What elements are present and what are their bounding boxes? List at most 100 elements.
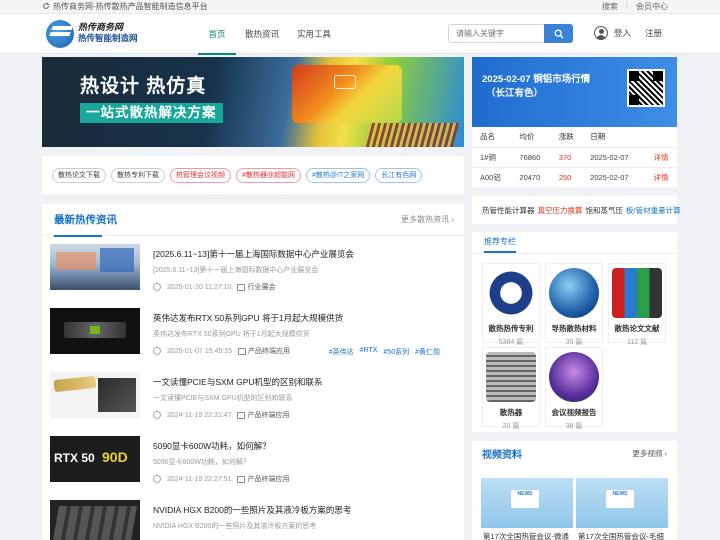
member-center-link[interactable]: 会员中心 xyxy=(636,1,668,12)
book-icon xyxy=(612,268,662,318)
login-link[interactable]: 登入 xyxy=(614,27,631,39)
recommend-title: 推荐专栏 xyxy=(484,236,516,253)
news-thumbnail xyxy=(50,308,140,354)
logo-mark xyxy=(46,19,74,48)
search-box xyxy=(448,24,573,43)
banner-headline: 热设计 热仿真 xyxy=(80,76,207,97)
vapor-pressure-link[interactable]: 饱和蒸气压 xyxy=(586,205,624,216)
news-summary: 5090显卡600W功耗，如何解？ xyxy=(153,459,250,466)
heat-pipe-calculator-link[interactable]: 热管性能计算器 xyxy=(482,205,535,216)
column-card[interactable]: 散热热传专利 5384 篇 xyxy=(482,263,540,346)
hashtag[interactable]: #50系列 xyxy=(383,347,409,357)
clock-icon xyxy=(153,283,161,291)
table-row: A00铝 20470 250 2025-02-07 详情 xyxy=(472,167,677,187)
col-header xyxy=(645,127,677,148)
news-category[interactable]: 行业展会 xyxy=(247,284,275,291)
table-row: 1#铜 76860 370 2025-02-07 详情 xyxy=(472,147,677,168)
category-icon xyxy=(237,475,246,483)
nav-tools[interactable]: 实用工具 xyxy=(288,14,340,54)
quick-tags: 散热论文下载 散热专利下载 热管理会议视频 #散热器@超能网 #散热@IT之家网… xyxy=(42,156,464,194)
weight-calculator-link[interactable]: 板/管材重量计算 xyxy=(626,205,681,216)
list-item[interactable]: RTX 50 90D 5090显卡600W功耗，如何解？ 5090显卡600W功耗… xyxy=(50,436,454,483)
top-search-link[interactable]: 搜索 xyxy=(602,1,618,12)
news-category[interactable]: 产品终端应用 xyxy=(248,348,290,355)
news-title: 最新热传资讯 xyxy=(54,214,117,237)
register-link[interactable]: 注册 xyxy=(645,27,662,39)
news-category[interactable]: 产品终端应用 xyxy=(247,412,289,419)
video-more-link[interactable]: 更多视频 › xyxy=(632,448,667,459)
price-table: 品名 均价 涨跌 日期 1#铜 76860 370 2025-02-07 详情 … xyxy=(472,127,677,187)
video-caption[interactable]: 第17次全国热管会议-微通 xyxy=(483,531,575,540)
top-bar: 热传商务网-热传散热产品智能制造信息平台 搜索 | 会员中心 xyxy=(0,0,720,14)
clock-icon xyxy=(153,475,161,483)
video-title: 视频资料 xyxy=(482,449,522,461)
tag-conference-video[interactable]: 热管理会议视频 xyxy=(170,167,231,183)
news-category[interactable]: 产品终端应用 xyxy=(247,476,289,483)
refresh-icon xyxy=(42,2,50,12)
col-header: 涨跌 xyxy=(550,127,583,148)
news-headline[interactable]: 英伟达发布RTX 50系列GPU 将于1月起大规模供货 xyxy=(153,312,343,324)
news-thumbnail xyxy=(50,244,140,290)
vacuum-pressure-link[interactable]: 真空压力换算 xyxy=(538,205,583,216)
price-title: 2025-02-07 铜铝市场行情 xyxy=(482,74,591,85)
tag-expreview[interactable]: #散热器@超能网 xyxy=(236,167,301,183)
banner-heatmap xyxy=(292,65,402,123)
video-caption[interactable]: 第17次全国热管会议-毛细 xyxy=(578,531,670,540)
column-card[interactable]: 导热散热材料 35 篇 xyxy=(545,263,603,346)
detail-link[interactable]: 详情 xyxy=(645,167,677,187)
nav-home[interactable]: 首页 xyxy=(198,14,236,55)
news-summary: 一文读懂PCIE与SXM GPU机型的区别和联系 xyxy=(153,395,293,402)
column-card[interactable]: 散热器 20 篇 xyxy=(482,347,540,430)
tag-ccmn[interactable]: 长江有色网 xyxy=(375,167,423,183)
nav-news[interactable]: 散热资讯 xyxy=(236,14,288,54)
news-headline[interactable]: NVIDIA HGX B200的一些照片及其液冷板方案的思考 xyxy=(153,504,351,516)
site-tagline: 热传商务网-热传散热产品智能制造信息平台 xyxy=(42,1,208,12)
column-card[interactable]: 会议视频报告 38 篇 xyxy=(545,347,603,430)
category-icon xyxy=(237,283,246,291)
col-header: 日期 xyxy=(582,127,646,148)
header: 热传商务网 热传智能制造网 首页 散热资讯 实用工具 登入 注册 xyxy=(0,14,720,55)
search-icon xyxy=(554,29,563,38)
news-headline[interactable]: 5090显卡600W功耗，如何解？ xyxy=(153,440,271,452)
logo-subtitle: 热传智能制造网 xyxy=(78,32,138,43)
conference-icon xyxy=(549,352,599,402)
promo-banner[interactable]: 热设计 热仿真 一站式散热解决方案 xyxy=(42,57,464,147)
list-item[interactable]: 一文读懂PCIE与SXM GPU机型的区别和联系 一文读懂PCIE与SXM GP… xyxy=(50,372,454,419)
site-logo[interactable]: 热传商务网 热传智能制造网 xyxy=(46,19,152,48)
column-card[interactable]: 散热论文文献 112 篇 xyxy=(608,263,666,346)
hashtag[interactable]: #黄仁勋 xyxy=(415,347,440,357)
banner-chip xyxy=(334,75,356,89)
news-date: 2024-11-19 22:27:51 xyxy=(167,475,232,483)
list-item[interactable]: NVIDIA HGX B200的一些照片及其液冷板方案的思考 NVIDIA HG… xyxy=(50,500,454,540)
video-thumbnail[interactable]: NEWS xyxy=(481,478,573,528)
list-item[interactable]: [2025.6.11~13]第十一届上海国际数据中心产业展览会 [2025.6.… xyxy=(50,244,454,291)
news-panel: 最新热传资讯 更多散热资讯 › [2025.6.11~13]第十一届上海国际数据… xyxy=(42,204,464,540)
news-summary: 英伟达发布RTX 50系列GPU 将于1月起大规模供货 xyxy=(153,331,310,338)
list-item[interactable]: 英伟达发布RTX 50系列GPU 将于1月起大规模供货 英伟达发布RTX 50系… xyxy=(50,308,454,357)
search-button[interactable] xyxy=(544,24,573,43)
detail-link[interactable]: 详情 xyxy=(645,147,677,168)
patent-icon xyxy=(486,268,536,318)
news-thumbnail xyxy=(50,500,140,540)
tag-ithome[interactable]: #散热@IT之家网 xyxy=(306,167,371,183)
tag-paper-download[interactable]: 散热论文下载 xyxy=(52,167,106,183)
clock-icon xyxy=(153,411,161,419)
qr-code-icon xyxy=(627,69,665,107)
metal-price-panel: 2025-02-07 铜铝市场行情 （长江有色） 品名 均价 涨跌 日期 1#铜… xyxy=(472,57,677,187)
tag-patent-download[interactable]: 散热专利下载 xyxy=(111,167,165,183)
video-thumbnail[interactable]: NEWS xyxy=(576,478,668,528)
search-input[interactable] xyxy=(448,24,544,43)
tool-links: 热管性能计算器 真空压力换算 饱和蒸气压 板/管材重量计算 xyxy=(472,196,681,224)
user-area: 登入 注册 xyxy=(594,26,662,40)
main-nav: 首页 散热资讯 实用工具 xyxy=(152,14,340,55)
hashtag[interactable]: #英伟达 xyxy=(329,347,354,357)
col-header: 均价 xyxy=(511,127,551,148)
heatsink-icon xyxy=(486,352,536,402)
category-icon xyxy=(237,411,246,419)
news-headline[interactable]: 一文读懂PCIE与SXM GPU机型的区别和联系 xyxy=(153,376,323,388)
hashtag[interactable]: #RTX xyxy=(360,347,378,357)
video-panel: 视频资料 更多视频 › NEWS NEWS 第17次全国热管会议-微通 第17次… xyxy=(472,441,677,540)
news-headline[interactable]: [2025.6.11~13]第十一届上海国际数据中心产业展览会 xyxy=(153,248,354,260)
price-source: （长江有色） xyxy=(486,88,544,99)
news-more-link[interactable]: 更多散热资讯 › xyxy=(401,214,454,225)
